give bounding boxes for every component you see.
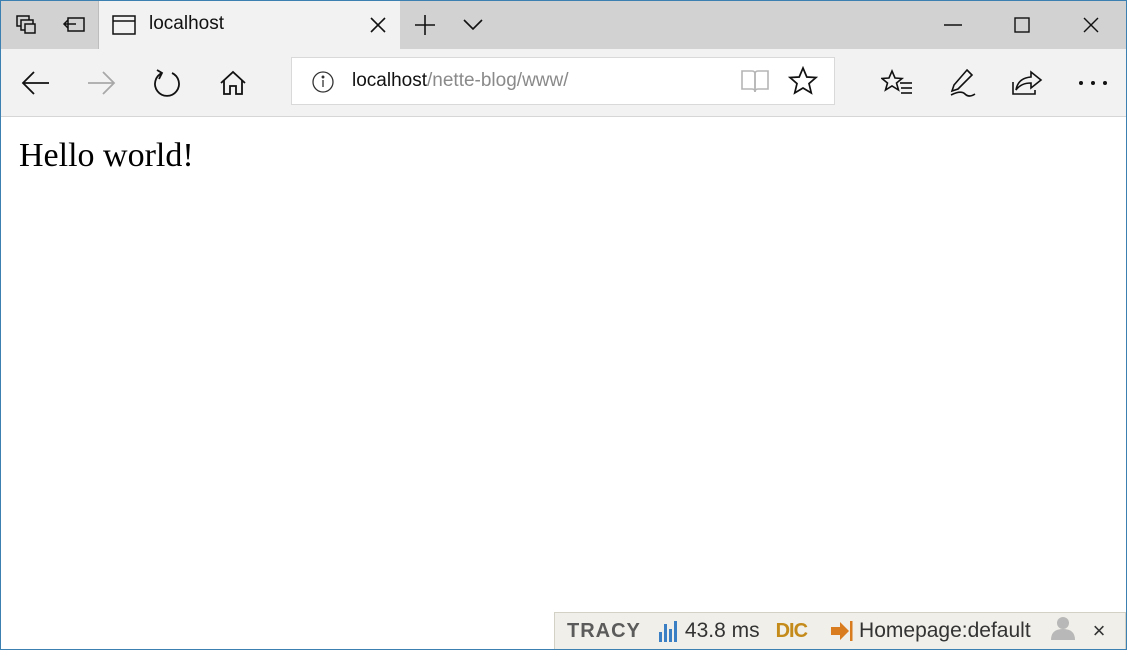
back-arrow-icon bbox=[21, 70, 49, 95]
user-icon bbox=[1050, 617, 1075, 640]
tracy-close-button[interactable]: × bbox=[1093, 618, 1106, 644]
browser-window: localhost localhost/nette-blog/www/ Hell… bbox=[0, 0, 1127, 650]
tracy-time-value: 43.8 ms bbox=[684, 619, 760, 642]
close-window-button[interactable] bbox=[1068, 1, 1114, 49]
set-aside-tabs-icon bbox=[16, 15, 36, 34]
tracy-route-value: Homepage:default bbox=[859, 619, 1031, 642]
maximize-button[interactable] bbox=[999, 1, 1045, 49]
tab-bar: localhost bbox=[1, 1, 1126, 49]
url-text[interactable]: localhost/nette-blog/www/ bbox=[352, 70, 569, 92]
set-aside-tabs-button[interactable] bbox=[51, 1, 97, 49]
tab-preview-button[interactable] bbox=[1, 1, 51, 49]
route-arrow-icon bbox=[831, 621, 853, 641]
address-bar[interactable]: localhost/nette-blog/www/ bbox=[291, 57, 835, 105]
bar-chart-icon bbox=[658, 621, 677, 642]
favorite-star-icon[interactable] bbox=[788, 66, 818, 96]
share-icon bbox=[1012, 69, 1043, 95]
home-button[interactable] bbox=[205, 49, 261, 116]
info-icon[interactable] bbox=[312, 71, 334, 93]
forward-button[interactable] bbox=[73, 49, 129, 116]
minimize-button[interactable] bbox=[930, 1, 976, 49]
back-button[interactable] bbox=[8, 49, 64, 116]
more-menu-button[interactable] bbox=[1065, 49, 1121, 116]
tab-list-button[interactable] bbox=[453, 1, 493, 49]
tracy-route-panel[interactable]: Homepage:default bbox=[829, 619, 1031, 643]
pen-icon bbox=[950, 68, 976, 97]
tracy-debug-bar: TRACY 43.8 ms DIC Homepage:default × bbox=[554, 612, 1126, 649]
tracy-logo[interactable]: TRACY bbox=[567, 620, 641, 643]
chevron-down-icon bbox=[463, 19, 483, 31]
minimize-icon bbox=[944, 24, 962, 26]
url-path: /nette-blog/www/ bbox=[427, 70, 569, 91]
close-tab-icon[interactable] bbox=[370, 17, 386, 33]
active-tab[interactable]: localhost bbox=[98, 1, 400, 49]
plus-icon bbox=[415, 15, 435, 35]
web-note-button[interactable] bbox=[934, 49, 990, 116]
refresh-icon bbox=[154, 68, 180, 97]
navigation-bar: localhost/nette-blog/www/ bbox=[1, 49, 1126, 117]
page-heading: Hello world! bbox=[19, 137, 194, 174]
share-button[interactable] bbox=[999, 49, 1055, 116]
refresh-button[interactable] bbox=[139, 49, 195, 116]
tracy-time-panel[interactable]: 43.8 ms bbox=[658, 619, 760, 643]
forward-arrow-icon bbox=[88, 70, 116, 95]
new-tab-button[interactable] bbox=[405, 1, 445, 49]
close-icon bbox=[1083, 17, 1099, 33]
aside-tabs-icon bbox=[62, 17, 85, 32]
tab-title: localhost bbox=[149, 13, 224, 34]
favorites-hub-button[interactable] bbox=[869, 49, 925, 116]
page-icon bbox=[112, 15, 136, 35]
maximize-icon bbox=[1014, 17, 1030, 33]
more-dots-icon bbox=[1079, 80, 1107, 85]
url-host: localhost bbox=[352, 70, 427, 91]
reading-view-icon[interactable] bbox=[740, 68, 770, 94]
page-content: Hello world! bbox=[1, 117, 1126, 649]
favorites-list-icon bbox=[881, 68, 912, 94]
tracy-user-panel[interactable] bbox=[1050, 616, 1075, 646]
tracy-dic-panel[interactable]: DIC bbox=[776, 620, 808, 643]
home-icon bbox=[220, 70, 246, 95]
